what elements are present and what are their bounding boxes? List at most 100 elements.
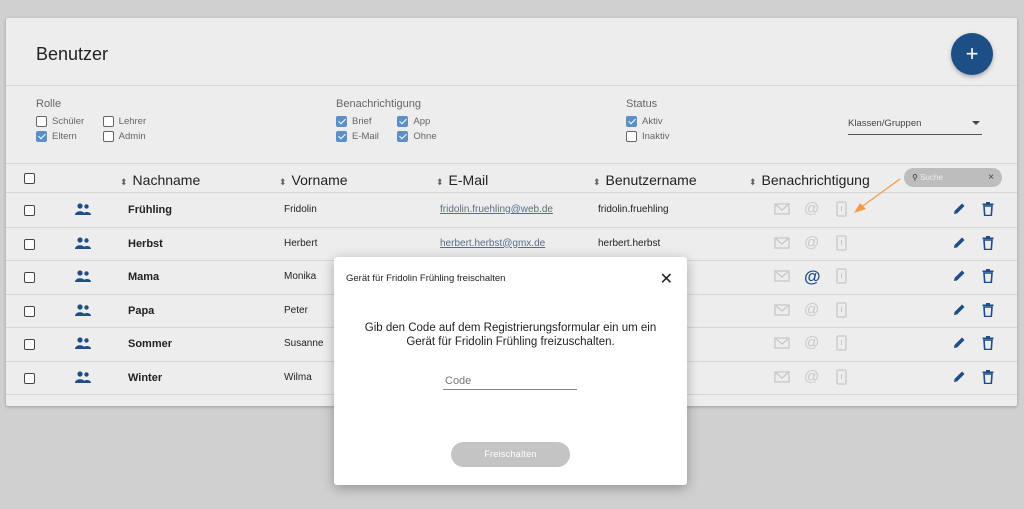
at-icon[interactable]: @ [804, 334, 819, 351]
unlock-device-dialog: Gerät für Fridolin Frühling freischalten… [334, 257, 687, 485]
clear-search-icon[interactable]: × [988, 168, 994, 187]
phone-icon[interactable] [836, 268, 847, 284]
at-icon[interactable]: @ [804, 301, 819, 318]
edit-icon[interactable] [952, 336, 966, 350]
sort-icon: ⬍ [593, 177, 601, 187]
edit-icon[interactable] [952, 202, 966, 216]
delete-icon[interactable] [982, 336, 994, 350]
cell-vorname: Herbert [284, 237, 318, 249]
cell-email[interactable]: fridolin.fruehling@web.de [440, 204, 553, 215]
mail-icon[interactable] [774, 370, 790, 383]
filter-status: Status Aktiv Inaktiv [626, 98, 683, 144]
mail-icon[interactable] [774, 303, 790, 316]
at-icon[interactable]: @ [804, 234, 819, 251]
filter-admin[interactable]: Admin [102, 129, 146, 144]
row-checkbox[interactable] [24, 205, 35, 216]
row-checkbox[interactable] [24, 372, 35, 384]
edit-icon[interactable] [952, 303, 966, 317]
filter-inaktiv[interactable]: Inaktiv [626, 129, 669, 144]
filter-label: Inaktiv [642, 131, 670, 142]
phone-icon[interactable] [836, 301, 847, 318]
checkbox[interactable] [626, 131, 637, 142]
column-benutzername[interactable]: ⬍ Benutzername [593, 172, 697, 188]
checkbox[interactable] [36, 131, 47, 142]
filter-label: Brief [352, 116, 372, 127]
filter-label: Schüler [52, 116, 85, 127]
cell-email[interactable]: herbert.herbst@gmx.de [440, 238, 545, 249]
klassen-gruppen-select[interactable]: Klassen/Gruppen [848, 118, 982, 135]
filter-lehrer[interactable]: Lehrer [102, 114, 147, 129]
checkbox[interactable] [397, 116, 409, 127]
row-checkbox[interactable] [24, 238, 35, 250]
checkbox[interactable] [626, 116, 637, 127]
mail-icon[interactable] [774, 270, 790, 282]
filter-label: Lehrer [118, 116, 147, 127]
family-icon [75, 303, 91, 316]
filter-benachrichtigung: Benachrichtigung Brief E-Mail App Ohne [336, 98, 451, 144]
family-icon [75, 203, 91, 215]
checkbox[interactable] [36, 116, 47, 127]
filter-app[interactable]: App [397, 114, 436, 129]
select-value: Klassen/Gruppen [848, 118, 922, 129]
at-icon[interactable]: @ [804, 267, 821, 287]
sort-icon: ⬍ [436, 177, 444, 187]
delete-icon[interactable] [982, 369, 994, 384]
filter-ohne[interactable]: Ohne [397, 129, 437, 144]
row-checkbox[interactable] [24, 339, 35, 350]
mail-icon[interactable] [774, 203, 790, 215]
search-input[interactable]: ⚲ Suche × [904, 168, 1002, 187]
checkbox[interactable] [102, 131, 114, 142]
row-checkbox[interactable] [24, 305, 35, 317]
caret-down-icon [972, 121, 980, 125]
filter-brief[interactable]: Brief [336, 114, 379, 129]
cell-benutzername: fridolin.fruehling [598, 204, 669, 215]
dialog-title: Gerät für Fridolin Frühling freischalten [346, 273, 506, 284]
checkbox[interactable] [336, 116, 347, 127]
code-input[interactable] [443, 373, 577, 390]
filter-label: Admin [118, 131, 146, 142]
card-header: Benutzer + [6, 18, 1017, 86]
edit-icon[interactable] [952, 370, 966, 384]
column-email[interactable]: ⬍ E-Mail [436, 172, 488, 188]
filter-email[interactable]: E-Mail [336, 129, 379, 144]
delete-icon[interactable] [982, 269, 994, 283]
checkbox[interactable] [336, 131, 347, 142]
column-vorname[interactable]: ⬍ Vorname [279, 172, 348, 188]
delete-icon[interactable] [982, 235, 994, 250]
checkbox[interactable] [397, 131, 409, 142]
table-row[interactable]: Herbst Herbert herbert.herbst@gmx.de herber… [6, 228, 1017, 261]
column-label: Vorname [291, 172, 348, 188]
at-icon[interactable]: @ [804, 200, 819, 217]
family-icon [75, 270, 91, 282]
filter-label: E-Mail [352, 131, 379, 142]
mail-icon[interactable] [774, 236, 790, 249]
edit-icon[interactable] [952, 269, 966, 283]
filter-aktiv[interactable]: Aktiv [626, 114, 669, 129]
phone-icon[interactable] [836, 335, 847, 351]
mail-icon[interactable] [774, 337, 790, 349]
unlock-button[interactable]: Freischalten [451, 442, 570, 467]
sort-icon: ⬍ [279, 177, 287, 187]
add-user-button[interactable]: + [951, 33, 993, 75]
cell-nachname: Mama [128, 271, 160, 283]
column-label: Nachname [132, 172, 201, 188]
dialog-message: Gib den Code auf dem Registrierungsformu… [364, 322, 657, 348]
checkbox[interactable] [102, 116, 114, 127]
edit-icon[interactable] [952, 236, 966, 250]
search-placeholder: Suche [920, 173, 943, 182]
delete-icon[interactable] [982, 302, 994, 317]
select-all-checkbox[interactable] [24, 173, 35, 184]
filter-schueler[interactable]: Schüler [36, 114, 84, 129]
filter-eltern[interactable]: Eltern [36, 129, 84, 144]
row-checkbox[interactable] [24, 272, 35, 283]
column-nachname[interactable]: ⬍ Nachname [120, 172, 200, 188]
cell-vorname: Wilma [284, 371, 312, 383]
at-icon[interactable]: @ [804, 368, 819, 385]
phone-icon[interactable] [836, 368, 847, 385]
cell-vorname: Fridolin [284, 204, 317, 215]
column-label: Benutzername [605, 172, 697, 188]
delete-icon[interactable] [982, 202, 994, 216]
close-icon[interactable]: ✕ [660, 269, 673, 289]
phone-icon[interactable] [836, 234, 847, 251]
phone-icon[interactable] [836, 201, 847, 217]
